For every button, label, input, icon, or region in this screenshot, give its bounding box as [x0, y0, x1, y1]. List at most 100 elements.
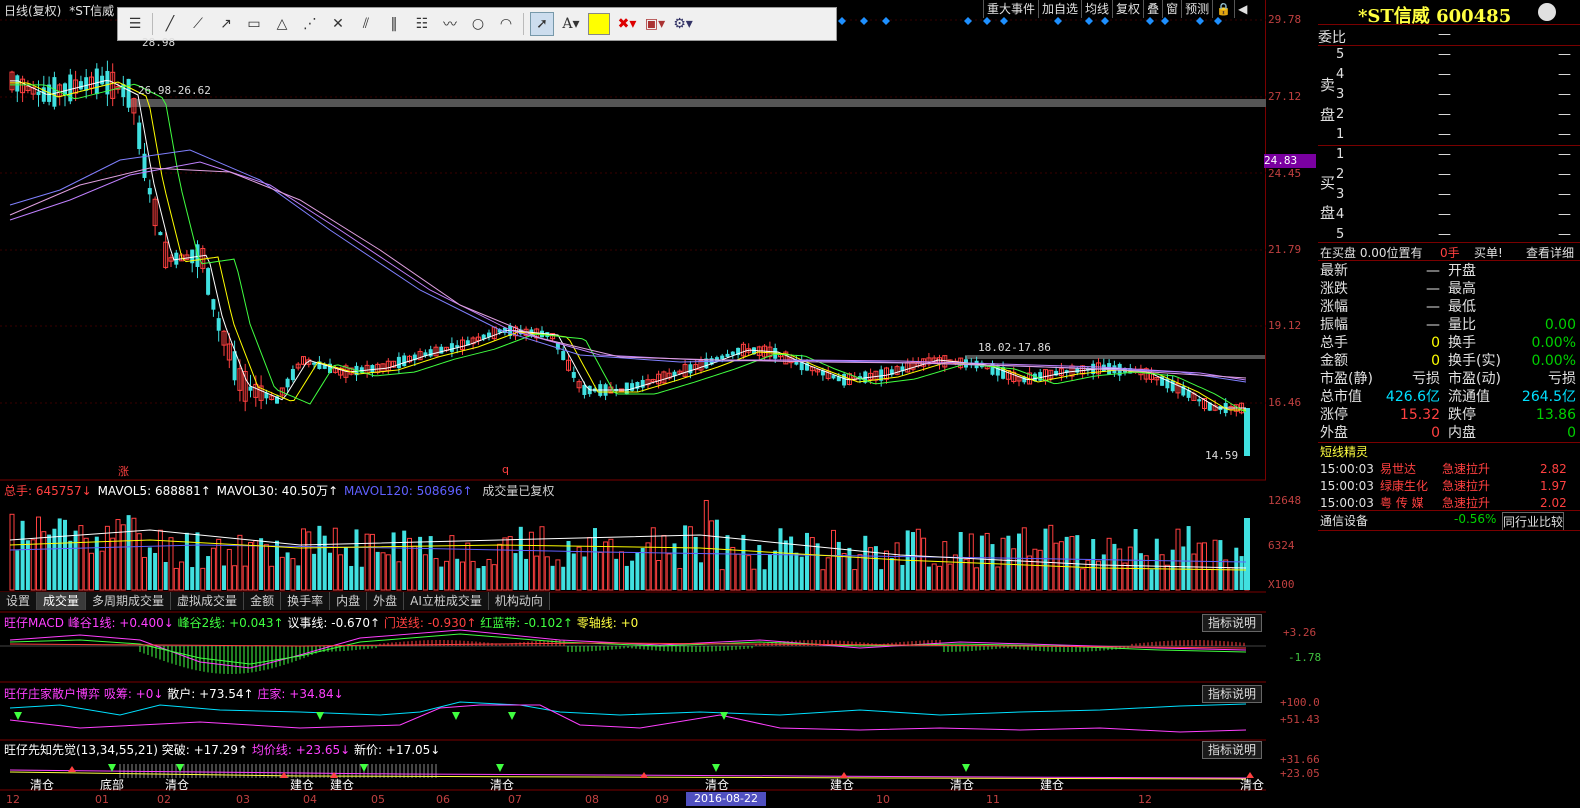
price-chart-panel[interactable]: [0, 0, 1266, 791]
tab-turnover[interactable]: 换手率: [281, 592, 331, 610]
fan-lines-icon[interactable]: ⋰: [299, 13, 321, 35]
industry-compare-button[interactable]: 同行业比较: [1502, 512, 1564, 531]
horizontal-lines-icon[interactable]: ‖: [383, 13, 405, 35]
volume-bar-down: [1133, 529, 1138, 590]
sell-level-row[interactable]: 1 — —: [1318, 126, 1580, 144]
stat-value: 0: [1431, 335, 1440, 351]
menu-window[interactable]: 窗: [1162, 0, 1181, 18]
volume-bar-up: [104, 525, 110, 591]
volume-bar-down: [1218, 540, 1223, 590]
volume-bar-up: [444, 560, 450, 591]
game-explain-button[interactable]: 指标说明: [1202, 685, 1262, 703]
stat-row: 总市值 426.6亿 流通值 264.5亿: [1318, 388, 1580, 406]
level-number: 3: [1336, 87, 1345, 102]
tab-settings[interactable]: 设置: [0, 592, 38, 610]
volume-bar-down: [693, 537, 698, 590]
buy-order-button[interactable]: 买单!: [1474, 244, 1503, 261]
wave-icon[interactable]: 〰: [439, 13, 461, 35]
buy-level-row[interactable]: 4 — —: [1318, 206, 1580, 224]
volume-bar-up: [364, 533, 370, 591]
signal-up-arrow-icon: [68, 766, 76, 772]
lock-icon[interactable]: 🔒: [1212, 0, 1234, 18]
toolbar-settings-icon[interactable]: ☰: [124, 13, 146, 35]
info-icon[interactable]: [1538, 3, 1556, 21]
sell-level-row[interactable]: 4 — —: [1318, 66, 1580, 84]
tab-ai-volume[interactable]: AI立桩成交量: [404, 592, 489, 610]
menu-major-events[interactable]: 重大事件: [983, 0, 1038, 18]
buy-level-row[interactable]: 2 — —: [1318, 166, 1580, 184]
sprite-row[interactable]: 15:00:03 易世达 急速拉升 2.82: [1318, 460, 1580, 478]
tab-amount[interactable]: 金额: [244, 592, 282, 610]
sprite-row[interactable]: 15:00:03 绿康生化 急速拉升 1.97: [1318, 477, 1580, 495]
tab-outer[interactable]: 外盘: [367, 592, 405, 610]
signal-down-arrow-icon: [176, 764, 184, 772]
triangle-icon[interactable]: △: [271, 13, 293, 35]
volume-bar-up: [868, 547, 874, 591]
volume-bar-up: [656, 559, 662, 591]
macd-gate: 门送线: -0.930↑: [383, 616, 477, 630]
date-tick: 11: [986, 793, 1000, 806]
tab-volume[interactable]: 成交量: [37, 592, 87, 610]
level-number: 1: [1336, 127, 1345, 142]
volume-bar-down: [1138, 553, 1143, 590]
gann-icon[interactable]: ✕: [327, 13, 349, 35]
buy-level-row[interactable]: 3 — —: [1318, 186, 1580, 204]
stat-row: 涨幅 — 最低: [1318, 298, 1580, 316]
event-diamond-icon: [1214, 17, 1222, 25]
stat-value: 亏损: [1412, 371, 1440, 387]
game-axis-label: +100.0: [1280, 696, 1320, 709]
menu-adjust[interactable]: 复权: [1112, 0, 1143, 18]
circle-icon[interactable]: ○: [467, 13, 489, 35]
parallel-lines-icon[interactable]: ⫽: [355, 13, 377, 35]
buy-level-row[interactable]: 1 — —: [1318, 146, 1580, 164]
foresee-signal-label: 清仓: [30, 778, 55, 792]
diagonal-line-icon[interactable]: ↗: [215, 13, 237, 35]
volume-bar-down: [52, 528, 57, 590]
gear-icon[interactable]: ⚙▾: [672, 13, 694, 35]
volume-bar-up: [1191, 553, 1197, 591]
menu-ma-lines[interactable]: 均线: [1081, 0, 1112, 18]
stat-label: 跌停: [1448, 407, 1476, 423]
sell-level-row[interactable]: 5 — —: [1318, 46, 1580, 64]
tab-institution[interactable]: 机构动向: [488, 592, 550, 610]
volume-bar-down: [783, 540, 788, 590]
text-icon[interactable]: A▾: [560, 13, 582, 35]
tab-virtual-volume[interactable]: 虚拟成交量: [171, 592, 245, 610]
volume-bar-up: [412, 545, 418, 591]
ray-line-icon[interactable]: ⟋: [187, 13, 209, 35]
rectangle-icon[interactable]: ▭: [243, 13, 265, 35]
sell-level-row[interactable]: 3 — —: [1318, 86, 1580, 104]
industry-row: 通信设备 -0.56% 同行业比较: [1320, 512, 1580, 531]
menu-forecast[interactable]: 预测: [1181, 0, 1212, 18]
menu-overlay[interactable]: 叠: [1143, 0, 1162, 18]
segment-line-icon[interactable]: ╱: [159, 13, 181, 35]
color-swatch[interactable]: [588, 13, 610, 35]
foresee-explain-button[interactable]: 指标说明: [1202, 741, 1262, 759]
price-axis-label: 21.79: [1268, 243, 1302, 256]
volume-bar-up: [131, 517, 137, 591]
delete-icon[interactable]: ✖▾: [616, 13, 638, 35]
save-icon[interactable]: ▣▾: [644, 13, 666, 35]
arc-icon[interactable]: ◠: [495, 13, 517, 35]
stat-value: 0.00%: [1531, 335, 1576, 351]
pointer-icon[interactable]: ➚: [530, 12, 554, 36]
macd-zero: 零轴线: +0: [576, 616, 639, 630]
sell-level-row[interactable]: 2 — —: [1318, 106, 1580, 124]
resistance-band: [965, 355, 1265, 359]
view-detail-link[interactable]: 查看详细: [1526, 244, 1574, 261]
macd-explain-button[interactable]: 指标说明: [1202, 614, 1262, 632]
menu-add-watchlist[interactable]: 加自选: [1038, 0, 1081, 18]
price-axis-label: 19.12: [1268, 319, 1302, 332]
volume-bar-down: [773, 550, 778, 590]
volume-bar-down: [455, 558, 460, 590]
stat-label: 总市值: [1320, 389, 1362, 405]
tab-inner[interactable]: 内盘: [330, 592, 368, 610]
volume-bar-up: [587, 537, 593, 591]
tab-multi-period-volume[interactable]: 多周期成交量: [86, 592, 172, 610]
fibonacci-icon[interactable]: ☷: [411, 13, 433, 35]
volume-bar-up: [237, 534, 243, 591]
menu-arrow-icon[interactable]: ◀: [1234, 0, 1250, 18]
volume-bar-down: [582, 556, 587, 590]
level-price: —: [1438, 67, 1451, 82]
volume-bar-up: [1175, 528, 1181, 591]
